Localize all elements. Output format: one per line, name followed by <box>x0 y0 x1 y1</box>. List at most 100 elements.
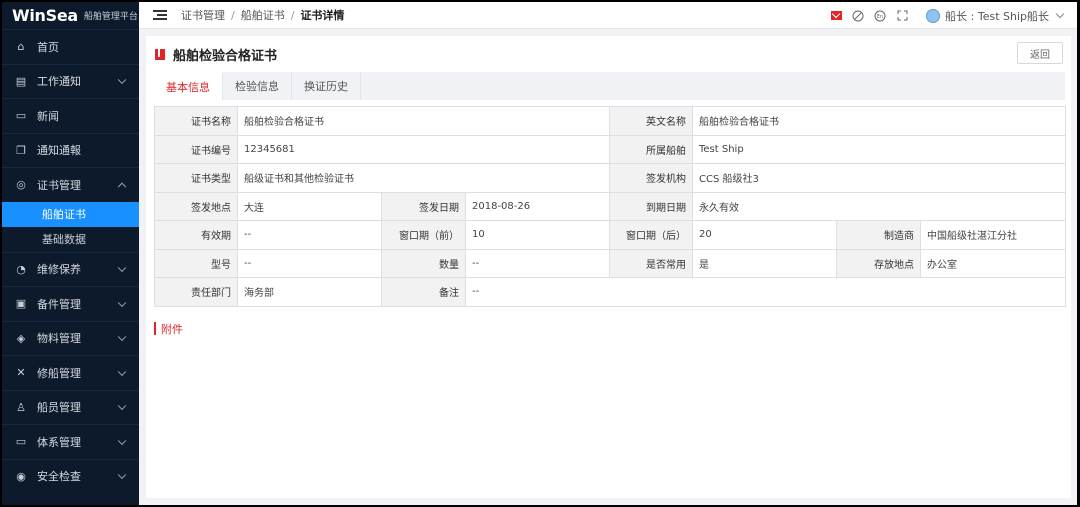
window-before-value: 10 <box>465 220 610 250</box>
materials-icon: ◈ <box>16 331 26 345</box>
sidebar-item-label: 首页 <box>37 40 59 54</box>
brand-name: WinSea <box>12 6 78 25</box>
field-label: 到期日期 <box>609 191 693 221</box>
tab-inspection-info[interactable]: 检验信息 <box>223 72 292 100</box>
system-icon: ▭ <box>15 435 27 449</box>
sidebar-item-label: 安全检查 <box>37 470 81 484</box>
page-title: 船舶检验合格证书 <box>173 48 278 64</box>
tab-renewal-history[interactable]: 换证历史 <box>292 72 361 100</box>
chevron-up-icon <box>117 182 127 191</box>
location-value: 办公室 <box>920 248 1066 278</box>
certificate-info-table: 证书名称 船舶检验合格证书 英文名称 船舶检验合格证书 证书编号 1234568… <box>154 106 1066 307</box>
sidebar-item-crew[interactable]: ♙ 船员管理 <box>2 389 139 425</box>
home-icon: ⌂ <box>17 40 25 54</box>
sidebar-item-ship-repair[interactable]: ✕ 修船管理 <box>2 355 139 390</box>
cert-no-value: 12345681 <box>237 134 610 164</box>
main-panel: 船舶检验合格证书 返回 基本信息 检验信息 换证历史 证书名称 船舶检验合格证书… <box>146 36 1071 498</box>
issuer-value: CCS 船级社3 <box>692 163 1066 193</box>
cert-type-value: 船级证书和其他检验证书 <box>237 163 610 193</box>
sidebar-item-label: 物料管理 <box>37 332 81 346</box>
news-icon: ▭ <box>15 109 27 123</box>
header-actions: En 船长 : Test Ship船长 <box>820 2 1065 29</box>
table-row: 有效期 -- 窗口期（前） 10 窗口期（后） 20 制造商 中国船级社湛江分社 <box>154 220 1066 250</box>
chevron-down-icon <box>117 332 127 342</box>
mail-icon[interactable] <box>830 10 842 22</box>
field-label: 证书编号 <box>154 134 238 164</box>
chevron-down-icon <box>117 367 127 376</box>
sidebar-item-label: 新闻 <box>37 109 59 123</box>
field-label: 是否常用 <box>609 248 693 278</box>
field-label: 签发机构 <box>609 163 693 193</box>
table-row: 证书编号 12345681 所属船舶 Test Ship <box>154 134 1066 164</box>
sidebar-item-news[interactable]: ▭ 新闻 <box>2 98 139 133</box>
sidebar-item-label: 船员管理 <box>37 401 81 415</box>
field-label: 所属船舶 <box>609 134 693 164</box>
user-name[interactable]: 船长 : Test Ship船长 <box>945 8 1049 24</box>
remark-value: -- <box>465 277 1066 307</box>
book-icon <box>155 48 165 60</box>
repair-icon: ✕ <box>16 366 26 380</box>
menu-toggle-icon[interactable] <box>153 10 167 20</box>
chevron-down-icon <box>117 436 127 445</box>
sidebar-item-label: 体系管理 <box>37 435 81 449</box>
en-name-value: 船舶检验合格证书 <box>692 106 1066 136</box>
sidebar: WinSea 船舶管理平台 ⌂ 首页 ▤ 工作通知 ▭ 新闻 ❐ 通知通報 ◎ … <box>2 2 139 505</box>
issue-place-value: 大连 <box>237 191 382 221</box>
certificate-icon: ◎ <box>16 178 26 192</box>
compass-icon[interactable] <box>852 10 864 22</box>
common-value: 是 <box>692 248 837 278</box>
window-after-value: 20 <box>692 220 837 250</box>
breadcrumb: 证书管理 / 船舶证书 / 证书详情 <box>181 7 345 23</box>
field-label: 窗口期（前） <box>381 220 466 250</box>
field-label: 备注 <box>381 277 466 307</box>
sidebar-item-safety[interactable]: ◉ 安全检查 <box>2 458 139 494</box>
table-row: 型号 -- 数量 -- 是否常用 是 存放地点 办公室 <box>154 248 1066 278</box>
dept-value: 海务部 <box>237 277 382 307</box>
issue-date-value: 2018-08-26 <box>465 191 610 221</box>
field-label: 责任部门 <box>154 277 238 307</box>
table-row: 责任部门 海务部 备注 -- <box>154 277 1066 307</box>
chevron-down-icon <box>117 263 127 273</box>
tab-basic-info[interactable]: 基本信息 <box>154 72 223 100</box>
sidebar-item-materials[interactable]: ◈ 物料管理 <box>2 320 139 356</box>
sidebar-item-work-notice[interactable]: ▤ 工作通知 <box>2 63 139 99</box>
sidebar-item-bulletin[interactable]: ❐ 通知通報 <box>2 132 139 168</box>
back-button[interactable]: 返回 <box>1017 42 1063 64</box>
sidebar-item-home[interactable]: ⌂ 首页 <box>2 29 139 64</box>
field-label: 有效期 <box>154 220 238 250</box>
sidebar-item-label: 证书管理 <box>37 178 81 192</box>
sidebar-item-label: 工作通知 <box>37 75 81 89</box>
chevron-down-icon <box>117 470 127 480</box>
notice-icon: ▤ <box>15 74 27 88</box>
qty-value: -- <box>465 248 610 278</box>
language-icon[interactable]: En <box>874 10 886 22</box>
attachments-heading: 附件 <box>154 322 183 336</box>
avatar[interactable] <box>926 8 941 23</box>
maintenance-icon: ◔ <box>16 262 26 276</box>
breadcrumb-item[interactable]: 船舶证书 <box>241 7 285 23</box>
cert-name-value: 船舶检验合格证书 <box>237 106 610 136</box>
field-label: 签发地点 <box>154 191 238 221</box>
sidebar-item-label: 修船管理 <box>37 366 81 380</box>
field-label: 制造商 <box>836 220 921 250</box>
sidebar-subitem-base-data[interactable]: 基础数据 <box>2 226 139 252</box>
sidebar-item-spare-parts[interactable]: ▣ 备件管理 <box>2 286 139 321</box>
field-label: 窗口期（后） <box>609 220 693 250</box>
breadcrumb-item[interactable]: 证书管理 <box>181 7 225 23</box>
field-label: 证书类型 <box>154 163 238 193</box>
sidebar-item-system[interactable]: ▭ 体系管理 <box>2 424 139 459</box>
sidebar-item-maintenance[interactable]: ◔ 维修保养 <box>2 251 139 287</box>
model-value: -- <box>237 248 382 278</box>
chevron-down-icon[interactable] <box>1055 9 1065 19</box>
ship-value: Test Ship <box>692 134 1066 164</box>
page-header: 船舶检验合格证书 <box>146 36 1071 72</box>
maker-value: 中国船级社湛江分社 <box>920 220 1066 250</box>
crew-icon: ♙ <box>16 400 26 414</box>
fullscreen-icon[interactable] <box>896 10 908 22</box>
table-row: 签发地点 大连 签发日期 2018-08-26 到期日期 永久有效 <box>154 191 1066 221</box>
sidebar-subitem-ship-certificates[interactable]: 船舶证书 <box>2 201 139 227</box>
sidebar-item-label: 备件管理 <box>37 297 81 311</box>
sidebar-item-certificates[interactable]: ◎ 证书管理 <box>2 167 139 202</box>
logo: WinSea 船舶管理平台 <box>2 2 139 29</box>
chevron-down-icon <box>117 298 127 307</box>
